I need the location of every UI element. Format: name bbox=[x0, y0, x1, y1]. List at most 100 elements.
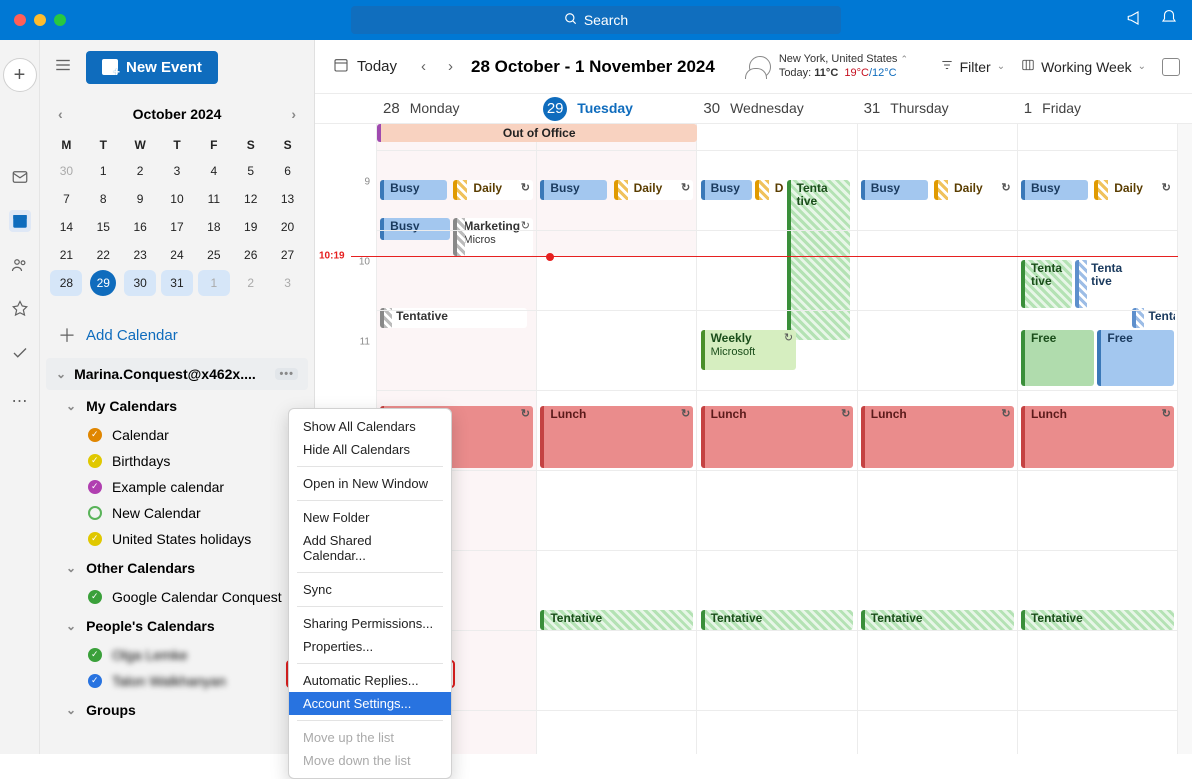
minical-day[interactable]: 10 bbox=[161, 186, 193, 212]
calendar-item[interactable]: Google Calendar Conquest bbox=[46, 584, 308, 610]
allday-event[interactable]: Out of Office bbox=[377, 124, 697, 142]
minical-next-button[interactable]: › bbox=[285, 104, 302, 124]
minical-day[interactable]: 13 bbox=[272, 186, 304, 212]
event[interactable]: Busy bbox=[540, 180, 607, 200]
minical-day[interactable]: 7 bbox=[50, 186, 82, 212]
minical-day[interactable]: 3 bbox=[272, 270, 304, 296]
event[interactable]: D bbox=[755, 180, 784, 200]
calendar-group[interactable]: ⌄Other Calendars bbox=[46, 552, 308, 584]
minical-day[interactable]: 14 bbox=[50, 214, 82, 240]
event[interactable]: Lunch↻ bbox=[1021, 406, 1174, 468]
maximize-window-button[interactable] bbox=[54, 14, 66, 26]
minical-day[interactable]: 27 bbox=[272, 242, 304, 268]
event[interactable]: Busy bbox=[380, 218, 450, 240]
next-week-button[interactable]: › bbox=[444, 56, 457, 77]
day-header[interactable]: 29Tuesday bbox=[537, 97, 697, 121]
event[interactable]: Lunch↻ bbox=[540, 406, 693, 468]
calendar-item[interactable]: Talon Walkhanyan bbox=[46, 668, 308, 694]
minical-day[interactable]: 17 bbox=[161, 214, 193, 240]
ctx-properties[interactable]: Properties... bbox=[289, 635, 451, 658]
minical-day[interactable]: 11 bbox=[198, 186, 230, 212]
minical-day[interactable]: 23 bbox=[124, 242, 156, 268]
minical-day[interactable]: 4 bbox=[198, 158, 230, 184]
account-more-button[interactable]: ••• bbox=[275, 368, 298, 380]
event[interactable]: Tentative bbox=[701, 610, 854, 630]
day-header[interactable]: 1Friday bbox=[1018, 100, 1178, 117]
new-button[interactable]: + bbox=[3, 58, 37, 92]
calendar-item[interactable]: Example calendar bbox=[46, 474, 308, 500]
event[interactable]: Busy bbox=[1021, 180, 1088, 200]
megaphone-icon[interactable] bbox=[1126, 9, 1144, 32]
event[interactable]: Free bbox=[1021, 330, 1094, 386]
minical-prev-button[interactable]: ‹ bbox=[52, 104, 69, 124]
calendar-item[interactable]: United States holidays bbox=[46, 526, 308, 552]
event[interactable]: Tenta bbox=[1132, 308, 1175, 328]
close-window-button[interactable] bbox=[14, 14, 26, 26]
event[interactable]: Tentative bbox=[861, 610, 1014, 630]
bell-icon[interactable] bbox=[1160, 9, 1178, 32]
minical-day[interactable]: 20 bbox=[272, 214, 304, 240]
minical-day[interactable]: 3 bbox=[161, 158, 193, 184]
event[interactable]: Busy bbox=[380, 180, 447, 200]
minical-day[interactable]: 6 bbox=[272, 158, 304, 184]
minical-day[interactable]: 26 bbox=[235, 242, 267, 268]
weather-widget[interactable]: New York, United States ⌃ Today: 11°C 19… bbox=[749, 53, 908, 81]
minical-day[interactable]: 15 bbox=[87, 214, 119, 240]
calendar-group[interactable]: ⌄People's Calendars bbox=[46, 610, 308, 642]
calendar-group[interactable]: ⌄Groups bbox=[46, 694, 308, 726]
event[interactable]: Lunch↻ bbox=[861, 406, 1014, 468]
minical-day[interactable]: 12 bbox=[235, 186, 267, 212]
minical-day[interactable]: 31 bbox=[161, 270, 193, 296]
star-icon[interactable] bbox=[9, 298, 31, 320]
ctx-add-shared[interactable]: Add Shared Calendar... bbox=[289, 529, 451, 567]
minical-day[interactable]: 16 bbox=[124, 214, 156, 240]
event[interactable]: WeeklyMicrosoft ↻ bbox=[701, 330, 797, 370]
add-calendar-button[interactable]: ＋ Add Calendar bbox=[46, 316, 308, 354]
event[interactable]: Busy bbox=[861, 180, 928, 200]
event[interactable]: Tentative bbox=[787, 180, 851, 340]
ctx-show-all[interactable]: Show All Calendars bbox=[289, 415, 451, 438]
minical-day[interactable]: 2 bbox=[235, 270, 267, 296]
event[interactable]: Daily↻ bbox=[453, 180, 533, 200]
event[interactable]: Busy bbox=[701, 180, 752, 200]
view-switch-button[interactable]: Working Week ⌄ bbox=[1021, 58, 1146, 75]
minical-day[interactable]: 5 bbox=[235, 158, 267, 184]
minical-day[interactable]: 9 bbox=[124, 186, 156, 212]
prev-week-button[interactable]: ‹ bbox=[417, 56, 430, 77]
today-button[interactable]: Today bbox=[327, 53, 403, 81]
minical-day[interactable]: 30 bbox=[50, 158, 82, 184]
minical-day[interactable]: 2 bbox=[124, 158, 156, 184]
event[interactable]: Tentative bbox=[1075, 260, 1126, 308]
minical-day[interactable]: 28 bbox=[50, 270, 82, 296]
minical-day[interactable]: 18 bbox=[198, 214, 230, 240]
ctx-open-new[interactable]: Open in New Window bbox=[289, 472, 451, 495]
hamburger-icon[interactable] bbox=[50, 52, 76, 83]
filter-button[interactable]: Filter ⌄ bbox=[940, 58, 1006, 75]
new-event-button[interactable]: New Event bbox=[86, 51, 218, 84]
minical-day[interactable]: 22 bbox=[87, 242, 119, 268]
ctx-auto-replies[interactable]: Automatic Replies... bbox=[289, 669, 451, 692]
event[interactable]: Tentative bbox=[380, 308, 526, 328]
day-header[interactable]: 30Wednesday bbox=[697, 100, 857, 117]
todo-icon[interactable] bbox=[9, 342, 31, 364]
calendar-group[interactable]: ⌄My Calendars bbox=[46, 390, 308, 422]
event[interactable]: Free bbox=[1097, 330, 1173, 386]
ctx-hide-all[interactable]: Hide All Calendars bbox=[289, 438, 451, 461]
event[interactable]: Daily↻ bbox=[1094, 180, 1174, 200]
calendar-item[interactable]: Birthdays bbox=[46, 448, 308, 474]
event[interactable]: Lunch↻ bbox=[701, 406, 854, 468]
calendar-icon[interactable] bbox=[9, 210, 31, 232]
event[interactable]: Daily↻ bbox=[934, 180, 1014, 200]
minical-day[interactable]: 1 bbox=[198, 270, 230, 296]
minical-day[interactable]: 29 bbox=[90, 270, 116, 296]
expand-icon[interactable] bbox=[1162, 58, 1180, 76]
event[interactable]: Tentative bbox=[1021, 610, 1174, 630]
minical-day[interactable]: 25 bbox=[198, 242, 230, 268]
minical-day[interactable]: 21 bbox=[50, 242, 82, 268]
minimize-window-button[interactable] bbox=[34, 14, 46, 26]
ctx-sharing[interactable]: Sharing Permissions... bbox=[289, 612, 451, 635]
people-icon[interactable] bbox=[9, 254, 31, 276]
ctx-account-settings[interactable]: Account Settings... bbox=[289, 692, 451, 715]
ctx-sync[interactable]: Sync bbox=[289, 578, 451, 601]
minical-day[interactable]: 24 bbox=[161, 242, 193, 268]
